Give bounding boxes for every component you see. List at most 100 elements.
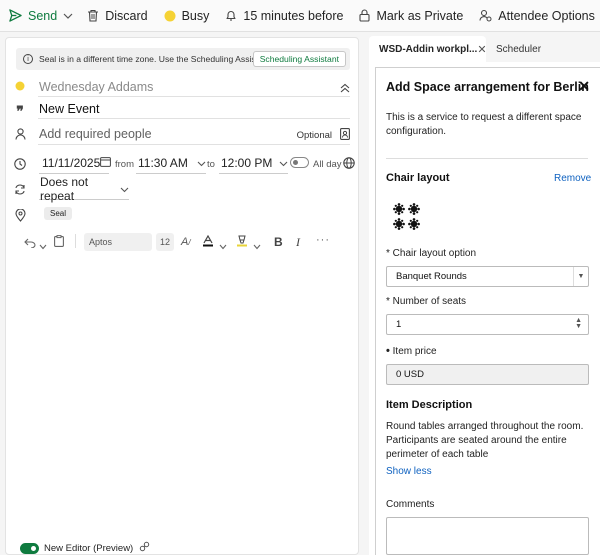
repeat-icon <box>12 184 28 195</box>
chevron-down-icon[interactable] <box>63 10 73 22</box>
font-color-icon[interactable] <box>202 234 214 250</box>
chair-layout-select[interactable]: Banquet Rounds ▼ <box>386 266 589 287</box>
space-arrangement-panel: Add Space arrangement for Berlin ✕ This … <box>375 67 600 555</box>
repeat-dropdown[interactable]: Does not repeat <box>39 174 129 203</box>
chevron-down-icon <box>120 182 129 196</box>
globe-icon[interactable] <box>343 157 355 172</box>
highlighter-icon[interactable] <box>236 235 248 250</box>
attendee-options-label: Attendee Options <box>498 8 595 23</box>
calendar-owner[interactable]: Wednesday Addams <box>39 80 153 94</box>
reminder-label: 15 minutes before <box>243 8 344 23</box>
discard-button[interactable]: Discard <box>87 0 148 32</box>
timezone-info-bar: i Seal is in a different time zone. Use … <box>16 48 350 70</box>
chevron-down-icon: ▼ <box>573 267 588 286</box>
comments-label: Comments <box>386 499 435 510</box>
new-editor-toggle[interactable] <box>20 542 39 554</box>
chevron-down-icon <box>279 156 288 170</box>
comments-textarea[interactable] <box>386 517 589 555</box>
mark-private-button[interactable]: Mark as Private <box>359 0 463 32</box>
chevron-down-icon[interactable] <box>219 238 227 253</box>
undo-icon[interactable] <box>24 236 36 251</box>
new-editor-toggle-row: New Editor (Preview) <box>20 541 150 555</box>
divider <box>38 96 350 97</box>
scheduling-assistant-button[interactable]: Scheduling Assistant <box>252 51 346 67</box>
bell-icon <box>225 9 237 22</box>
attendee-options-button[interactable]: Attendee Options <box>479 0 595 32</box>
link-icon[interactable] <box>139 541 150 555</box>
person-icon <box>12 128 28 140</box>
event-title-input[interactable]: New Event <box>39 102 99 116</box>
clipboard-icon[interactable] <box>54 235 64 250</box>
panel-description: This is a service to request a different… <box>386 112 582 137</box>
trash-icon <box>87 9 99 22</box>
calendar-icon <box>100 156 112 170</box>
seats-stepper[interactable]: 1 ▲ ▼ <box>386 314 589 335</box>
close-icon[interactable]: ✕ <box>578 78 590 95</box>
seats-value: 1 <box>396 319 402 330</box>
busy-label: Busy <box>181 8 210 23</box>
item-description-text: Round tables arranged throughout the roo… <box>386 421 584 460</box>
to-label: to <box>207 159 215 170</box>
chevron-down-icon[interactable] <box>39 238 47 253</box>
italic-icon[interactable]: I <box>296 235 300 250</box>
end-time-picker[interactable]: 12:00 PM <box>219 152 288 174</box>
chevron-down-icon <box>197 156 206 170</box>
clock-icon <box>12 158 28 170</box>
start-date-value: 11/11/2025 <box>42 155 101 170</box>
lock-icon <box>359 9 370 22</box>
event-compose-pane: i Seal is in a different time zone. Use … <box>5 37 359 555</box>
spinner-icon[interactable]: ▲ ▼ <box>575 317 582 330</box>
end-time-value: 12:00 PM <box>221 155 273 170</box>
all-day-label: All day <box>313 159 342 170</box>
optional-attendees-button[interactable]: Optional <box>297 130 332 141</box>
start-time-picker[interactable]: 11:30 AM <box>136 152 206 174</box>
chair-layout-select-value: Banquet Rounds <box>396 271 467 282</box>
busy-status-button[interactable]: Busy <box>164 0 210 32</box>
text-style-icon[interactable]: A/ <box>181 236 191 248</box>
repeat-value: Does not repeat <box>40 174 89 203</box>
location-chip[interactable]: Seal <box>44 207 73 220</box>
new-editor-label: New Editor (Preview) <box>44 542 134 554</box>
from-label: from <box>115 159 134 170</box>
item-price-field: 0 USD <box>386 364 589 385</box>
collapse-chevron-icon[interactable] <box>340 81 350 96</box>
title-quote-icon: ❞ <box>16 103 24 119</box>
info-icon: i <box>23 54 33 64</box>
mark-private-label: Mark as Private <box>376 8 464 23</box>
chevron-down-icon[interactable] <box>253 238 261 253</box>
location-pin-icon <box>12 209 28 222</box>
timezone-info-message: Seal is in a different time zone. Use th… <box>39 54 253 64</box>
start-date-picker[interactable]: 11/11/2025 <box>39 152 112 174</box>
divider <box>386 158 588 159</box>
chair-layout-icon <box>392 202 422 235</box>
reminder-button[interactable]: 15 minutes before <box>225 0 343 32</box>
tab-wsd-addin-label: WSD-Addin workpl... <box>379 43 478 55</box>
address-book-icon[interactable] <box>340 128 350 143</box>
seats-label: * Number of seats <box>386 296 467 307</box>
divider <box>38 144 350 145</box>
item-description-heading: Item Description <box>386 399 473 411</box>
send-icon <box>9 9 22 22</box>
send-button[interactable]: Send <box>9 0 73 32</box>
divider <box>38 118 350 119</box>
tab-wsd-addin[interactable]: WSD-Addin workpl... ✕ <box>369 36 487 62</box>
attendees-input[interactable]: Add required people <box>39 127 152 141</box>
busy-status-icon <box>164 10 176 22</box>
required-marker: • <box>386 345 390 357</box>
addin-tabs: WSD-Addin workpl... ✕ Scheduler <box>369 36 600 62</box>
more-format-icon[interactable]: ··· <box>316 234 330 246</box>
all-day-toggle[interactable] <box>290 157 309 168</box>
font-family-select[interactable]: Aptos <box>84 233 152 251</box>
discard-label: Discard <box>105 8 148 23</box>
remove-link[interactable]: Remove <box>554 173 591 184</box>
command-toolbar: Send Discard Busy 15 minutes before Mark… <box>0 0 600 32</box>
send-label: Send <box>28 8 58 23</box>
chair-layout-option-label: * Chair layout option <box>386 248 477 259</box>
show-less-link[interactable]: Show less <box>386 466 432 477</box>
tab-scheduler[interactable]: Scheduler <box>486 36 551 62</box>
people-settings-icon <box>479 9 492 22</box>
start-time-value: 11:30 AM <box>138 155 188 170</box>
bold-icon[interactable]: B <box>274 235 283 249</box>
item-price-label: • Item price <box>386 345 437 357</box>
font-size-select[interactable]: 12 <box>156 233 174 251</box>
